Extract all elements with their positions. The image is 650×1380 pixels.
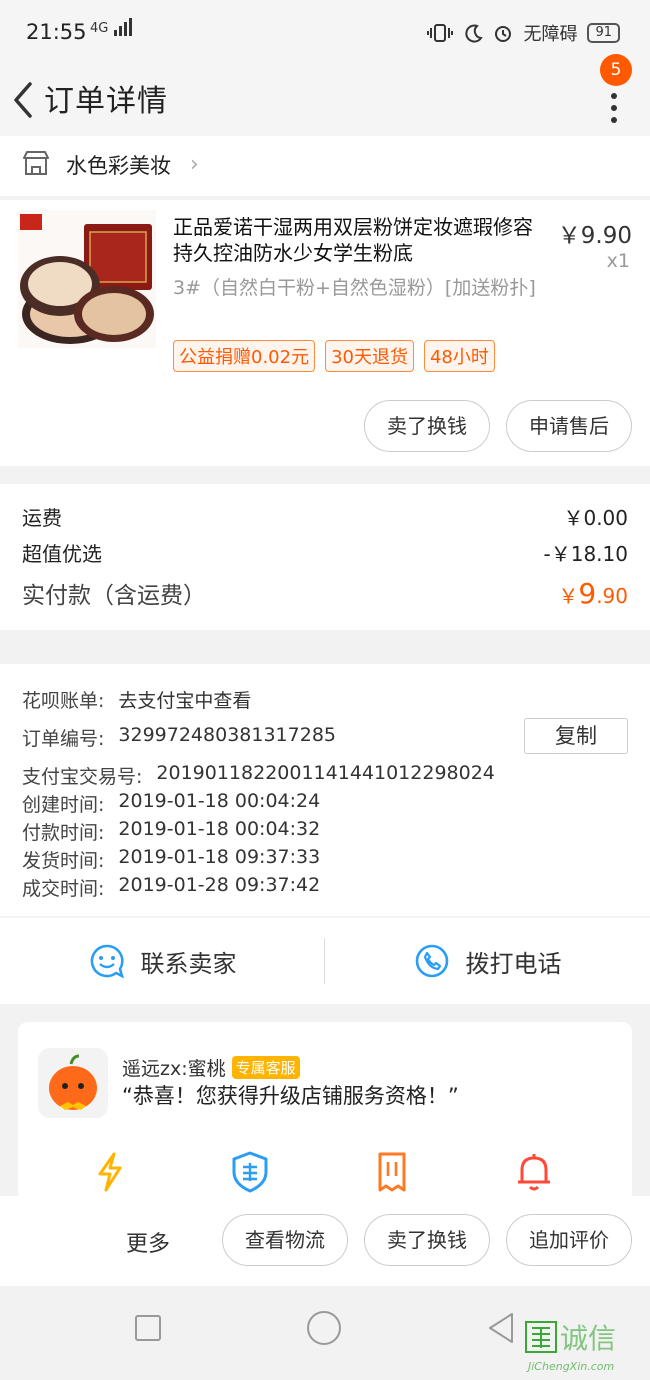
product-price: ￥9.90 bbox=[557, 223, 632, 249]
paid-time-label: 付款时间: bbox=[22, 822, 105, 844]
service-badge: 专属客服 bbox=[231, 1056, 300, 1079]
shipping-fee-row: 运费 ￥0.00 bbox=[22, 502, 628, 531]
created-time-label: 创建时间: bbox=[22, 794, 105, 816]
accessibility-label: 无障碍 bbox=[523, 24, 578, 45]
more-button[interactable]: 更多 bbox=[126, 1226, 170, 1258]
bell-icon[interactable] bbox=[512, 1150, 556, 1194]
phone-icon bbox=[415, 944, 448, 978]
call-phone-button[interactable]: 拨打电话 bbox=[325, 918, 650, 1004]
lightning-icon[interactable] bbox=[88, 1150, 132, 1194]
network-type: 4G bbox=[90, 21, 109, 36]
status-icons: 无障碍 91 bbox=[427, 20, 620, 46]
after-sale-button[interactable]: 申请售后 bbox=[506, 400, 632, 452]
moon-icon bbox=[465, 24, 484, 43]
huabei-value: 去支付宝中查看 bbox=[118, 690, 252, 712]
chat-smile-icon bbox=[90, 944, 124, 979]
service-agent-name: 遥远zx:蜜桃 bbox=[122, 1058, 226, 1080]
fee-summary: 运费 ￥0.00 超值优选 -￥18.10 实付款（含运费） ￥9.90 bbox=[0, 484, 650, 630]
resell-button[interactable]: 卖了换钱 bbox=[364, 400, 490, 452]
service-avatar[interactable] bbox=[38, 1048, 108, 1118]
total-amount: 9 bbox=[578, 577, 597, 610]
shipping-fee-label: 运费 bbox=[22, 506, 62, 530]
bottom-actions: 查看物流 卖了换钱 追加评价 bbox=[222, 1214, 632, 1266]
completed-time-label: 成交时间: bbox=[22, 878, 105, 900]
tag-donation: 公益捐赠0.02元 bbox=[173, 340, 316, 372]
resell-bottom-button[interactable]: 卖了换钱 bbox=[364, 1214, 490, 1266]
completed-time-row: 成交时间: 2019-01-28 09:37:42 bbox=[22, 874, 320, 901]
shipped-time-row: 发货时间: 2019-01-18 09:37:33 bbox=[22, 846, 320, 873]
order-number-label: 订单编号: bbox=[22, 728, 105, 750]
copy-button[interactable]: 复制 bbox=[524, 718, 628, 754]
total-paid-value: ￥9.90 bbox=[558, 577, 628, 610]
shipped-time-label: 发货时间: bbox=[22, 850, 105, 872]
service-agent: 遥远zx:蜜桃 专属客服 bbox=[122, 1054, 300, 1081]
order-info: 花呗账单: 去支付宝中查看 订单编号: 329972480381317285 复… bbox=[0, 664, 650, 916]
product-quantity: x1 bbox=[606, 250, 630, 272]
watermark-logo: 诚信 JiChengXin.com bbox=[524, 1316, 642, 1380]
huabei-row[interactable]: 花呗账单: 去支付宝中查看 bbox=[22, 686, 251, 713]
total-currency: ￥ bbox=[558, 584, 579, 608]
back-nav-icon[interactable] bbox=[486, 1312, 516, 1344]
shop-name: 水色彩美妆 bbox=[66, 154, 171, 178]
alipay-row: 支付宝交易号: 2019011822001141441012298024 bbox=[22, 762, 495, 789]
discount-label: 超值优选 bbox=[22, 542, 102, 566]
network-signal-icon: 4G bbox=[90, 18, 133, 36]
view-logistics-button[interactable]: 查看物流 bbox=[222, 1214, 348, 1266]
ticket-icon[interactable] bbox=[370, 1150, 414, 1194]
back-arrow-icon[interactable] bbox=[6, 72, 42, 128]
total-decimals: .90 bbox=[596, 584, 628, 608]
page-title: 订单详情 bbox=[44, 84, 168, 119]
tag-return: 30天退货 bbox=[325, 340, 414, 372]
paid-time: 2019-01-18 00:04:32 bbox=[118, 818, 321, 840]
recent-apps-icon[interactable] bbox=[134, 1314, 162, 1342]
product-title[interactable]: 正品爱诺干湿两用双层粉饼定妆遮瑕修容持久控油防水少女学生粉底 bbox=[173, 214, 539, 266]
created-time-row: 创建时间: 2019-01-18 00:04:24 bbox=[22, 790, 320, 817]
battery-icon: 91 bbox=[587, 23, 620, 43]
completed-time: 2019-01-28 09:37:42 bbox=[118, 874, 321, 896]
product-spec: 3#（自然白干粉+自然色湿粉）[加送粉扑] bbox=[173, 277, 536, 299]
call-phone-label: 拨打电话 bbox=[465, 949, 562, 978]
status-time: 21:55 bbox=[26, 20, 87, 44]
order-number-row: 订单编号: 329972480381317285 bbox=[22, 724, 336, 751]
shipped-time: 2019-01-18 09:37:33 bbox=[118, 846, 321, 868]
after-sale-shield-icon[interactable] bbox=[228, 1150, 272, 1194]
shop-icon bbox=[23, 151, 49, 175]
contact-seller-button[interactable]: 联系卖家 bbox=[0, 918, 325, 1004]
product-tags: 公益捐赠0.02元 30天退货 48小时 bbox=[173, 340, 495, 372]
alipay-number: 2019011822001141441012298024 bbox=[156, 762, 495, 784]
total-paid-row: 实付款（含运费） ￥9.90 bbox=[22, 576, 628, 610]
huabei-label: 花呗账单: bbox=[22, 690, 105, 712]
product-card: 正品爱诺干湿两用双层粉饼定妆遮瑕修容持久控油防水少女学生粉底 ￥9.90 x1 … bbox=[0, 200, 650, 466]
shipping-fee-value: ￥0.00 bbox=[563, 506, 628, 530]
nav-header: 订单详情 5 bbox=[0, 54, 650, 136]
vibrate-icon bbox=[427, 24, 454, 42]
service-card: 遥远zx:蜜桃 专属客服 “恭喜！您获得升级店铺服务资格！” bbox=[18, 1022, 632, 1202]
svg-text:诚信: 诚信 bbox=[560, 1322, 616, 1355]
tag-shipping: 48小时 bbox=[423, 340, 495, 372]
alarm-icon bbox=[495, 26, 512, 42]
order-number: 329972480381317285 bbox=[118, 724, 336, 746]
product-image[interactable] bbox=[18, 210, 156, 348]
home-icon[interactable] bbox=[306, 1310, 342, 1346]
shop-row[interactable]: 水色彩美妆 › bbox=[0, 136, 650, 196]
bottom-action-bar: 更多 查看物流 卖了换钱 追加评价 bbox=[0, 1196, 650, 1286]
created-time: 2019-01-18 00:04:24 bbox=[118, 790, 321, 812]
total-paid-label: 实付款（含运费） bbox=[22, 583, 206, 609]
system-nav-bar: 诚信 JiChengXin.com bbox=[0, 1286, 650, 1373]
notification-badge: 5 bbox=[600, 54, 632, 86]
discount-row: 超值优选 -￥18.10 bbox=[22, 538, 628, 567]
discount-value: -￥18.10 bbox=[543, 542, 628, 566]
chevron-right-icon: › bbox=[190, 152, 199, 177]
paid-time-row: 付款时间: 2019-01-18 00:04:32 bbox=[22, 818, 320, 845]
more-vertical-icon[interactable] bbox=[608, 84, 620, 128]
svg-text:JiChengXin.com: JiChengXin.com bbox=[526, 1360, 614, 1373]
contact-bar: 联系卖家 拨打电话 bbox=[0, 918, 650, 1004]
item-actions: 卖了换钱 申请售后 bbox=[364, 400, 632, 452]
service-message: “恭喜！您获得升级店铺服务资格！” bbox=[122, 1084, 459, 1108]
status-bar: 21:55 4G 无障碍 91 bbox=[0, 0, 650, 64]
alipay-label: 支付宝交易号: bbox=[22, 766, 143, 788]
add-review-button[interactable]: 追加评价 bbox=[506, 1214, 632, 1266]
contact-seller-label: 联系卖家 bbox=[140, 949, 237, 978]
